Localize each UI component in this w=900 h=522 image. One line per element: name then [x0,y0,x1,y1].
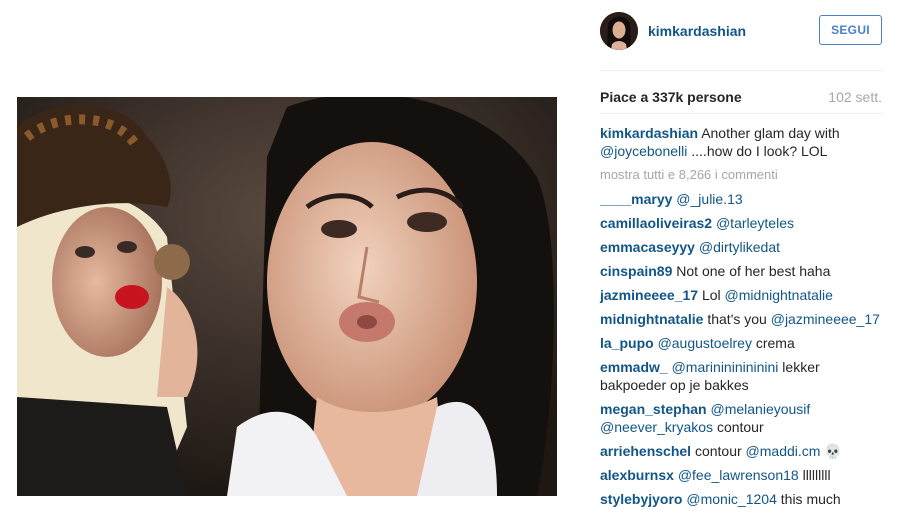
photo-area [0,0,578,522]
comment-text: Not one of her best haha [676,263,831,279]
comment-mention[interactable]: @augustoelrey [658,335,752,351]
comment-username[interactable]: ____maryy [600,191,672,207]
comment-mention[interactable]: @fee_lawrenson18 [678,467,799,483]
comment-mention[interactable]: @maddi.cm [746,443,821,459]
comment-item: emmacaseyyy @dirtylikedat [600,238,882,256]
comment-text: Lol [701,287,721,303]
post-time[interactable]: 102 sett. [828,89,882,105]
comment-mention[interactable]: @_julie.13 [676,191,742,207]
comment-text: crema [755,335,795,351]
comment-username[interactable]: emmadw_ [600,359,668,375]
comment-text: 💀 [824,443,842,459]
caption: kimkardashian Another glam day with @joy… [600,124,882,160]
comment-item: emmadw_ @marinininininini lekker bakpoed… [600,358,882,394]
divider [600,113,882,114]
comment-mention[interactable]: @dirtylikedat [699,239,780,255]
comment-username[interactable]: cinspain89 [600,263,672,279]
post-sidebar: kimkardashian SEGUI Piace a 337k persone… [600,0,882,522]
comment-username[interactable]: emmacaseyyy [600,239,695,255]
comment-username[interactable]: midnightnatalie [600,311,703,327]
comment-mention[interactable]: @marinininininini [672,359,779,375]
comment-item: ____maryy @_julie.13 [600,190,882,208]
follow-button[interactable]: SEGUI [819,15,882,45]
comment-mention[interactable]: @jazmineeee_17 [771,311,880,327]
comment-mention[interactable]: @monic_1204 [686,491,777,507]
comment-item: arriehenschel contour @maddi.cm 💀 [600,442,882,460]
comment-mention[interactable]: @melanieyousif [710,401,810,417]
comment-item: alexburnsx @fee_lawrenson18 lllllllll [600,466,882,484]
caption-mention[interactable]: @joycebonelli [600,143,687,159]
likes-row: Piace a 337k persone 102 sett. [600,89,882,107]
caption-text: Another glam day with [701,125,840,141]
comment-item: megan_stephan @melanieyousif @neever_kry… [600,400,882,436]
likes-count[interactable]: Piace a 337k persone [600,89,742,105]
comment-username[interactable]: la_pupo [600,335,654,351]
comment-text: contour [716,419,764,435]
comment-username[interactable]: megan_stephan [600,401,707,417]
caption-username[interactable]: kimkardashian [600,125,698,141]
comment-item: jazmineeee_17 Lol @midnightnatalie [600,286,882,304]
comment-text: this much [780,491,841,507]
caption-text-2: ....how do I look? LOL [691,143,828,159]
comment-username[interactable]: jazmineeee_17 [600,287,698,303]
show-all-comments-link[interactable]: mostra tutti e 8,266 i commenti [600,166,882,184]
comment-username[interactable]: arriehenschel [600,443,691,459]
post-header: kimkardashian SEGUI [600,12,882,50]
author-username[interactable]: kimkardashian [648,23,746,39]
comment-item: la_pupo @augustoelrey crema [600,334,882,352]
comment-mention[interactable]: @midnightnatalie [725,287,833,303]
divider [600,70,882,71]
comment-username[interactable]: alexburnsx [600,467,674,483]
comment-mention[interactable]: @neever_kryakos [600,419,713,435]
comment-item: camillaoliveiras2 @tarleyteles [600,214,882,232]
comment-username[interactable]: camillaoliveiras2 [600,215,712,231]
post-photo[interactable] [17,97,557,496]
comment-username[interactable]: stylebyjyoro [600,491,682,507]
comment-text: that's you [707,311,767,327]
comment-container: ____maryy @_julie.13 camillaoliveiras2 @t… [600,190,882,508]
comment-mention[interactable]: @tarleyteles [716,215,794,231]
comment-item: stylebyjyoro @monic_1204 this much [600,490,882,508]
comment-text: contour [694,443,742,459]
comments-list: kimkardashian Another glam day with @joy… [600,124,882,514]
avatar[interactable] [600,12,638,50]
comment-item: cinspain89 Not one of her best haha [600,262,882,280]
comment-text: lllllllll [802,467,831,483]
comment-item: midnightnatalie that's you @jazmineeee_1… [600,310,882,328]
